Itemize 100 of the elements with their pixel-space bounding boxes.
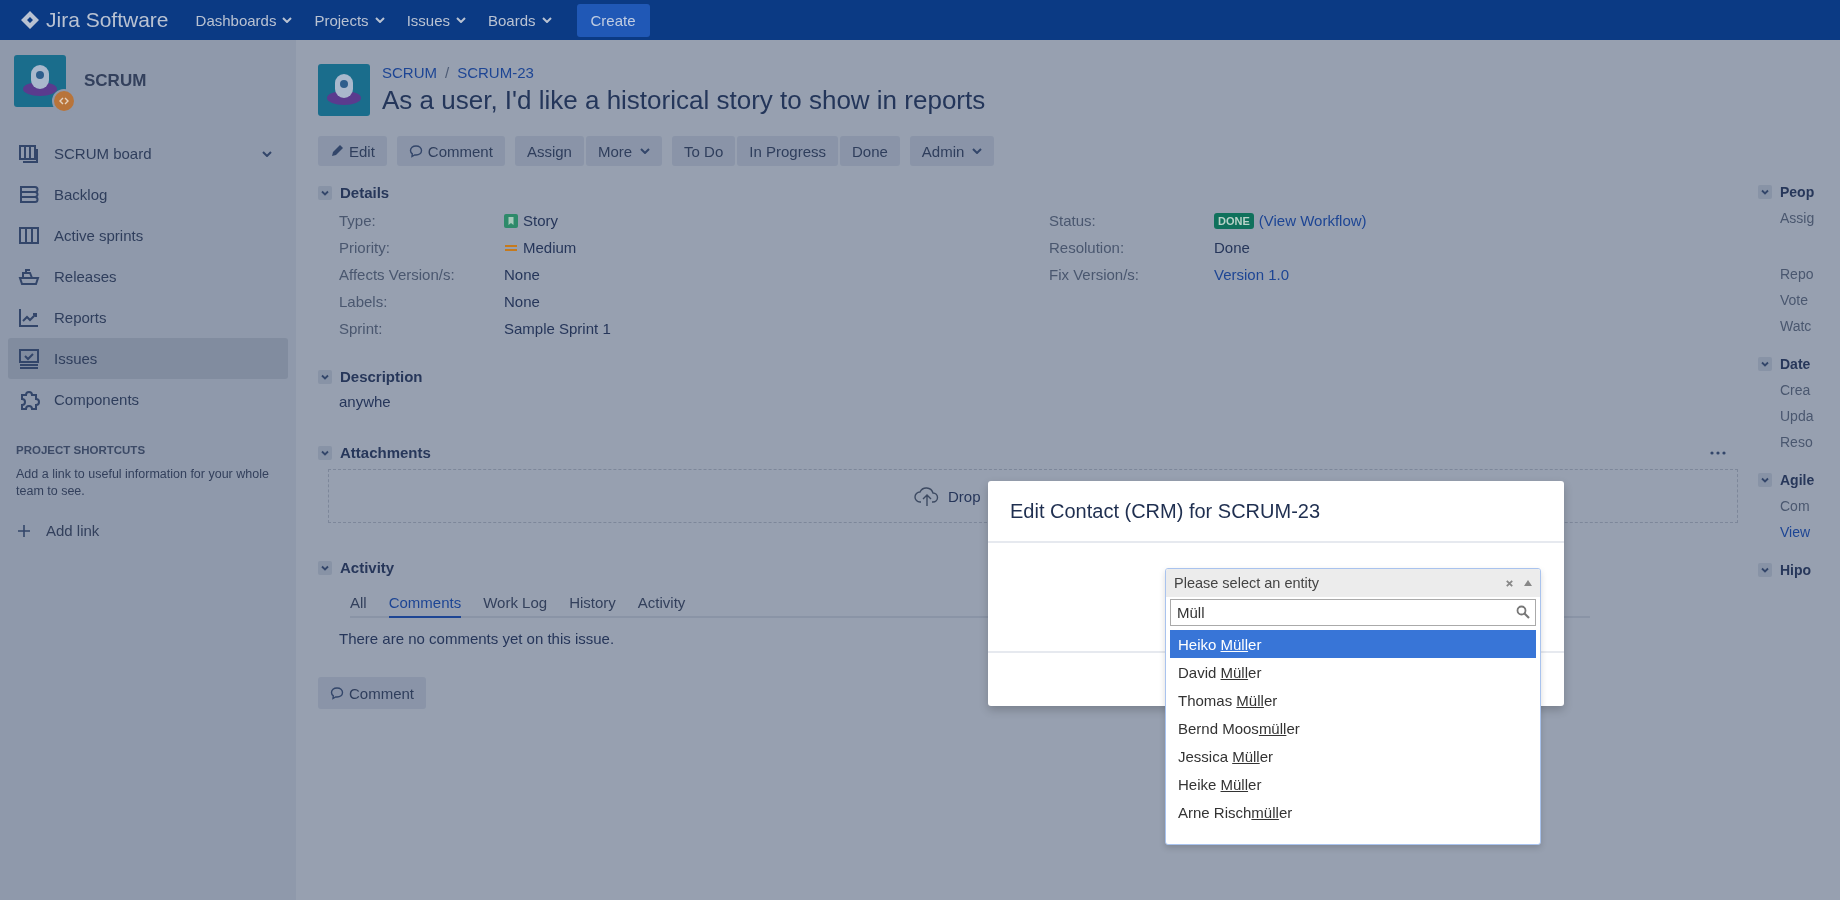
collapse-toggle-icon[interactable] (1758, 563, 1772, 577)
field-label: Assig (1780, 210, 1815, 226)
field-label: Upda (1780, 408, 1814, 424)
activity-tab[interactable]: All (350, 590, 367, 618)
chevron-down-icon (374, 17, 385, 23)
chevron-down-icon (456, 17, 466, 23)
field-value: None (504, 293, 540, 310)
add-link[interactable]: Add link (18, 522, 278, 539)
cloud-upload-icon (914, 485, 940, 507)
chevron-down-icon (282, 17, 293, 23)
sidebar-item[interactable]: Releases (8, 256, 288, 297)
search-field[interactable]: Müll (1170, 599, 1536, 626)
chevron-down-icon (541, 17, 552, 23)
section-heading: Hipo (1780, 562, 1812, 578)
section-heading: Agile (1780, 472, 1815, 488)
toolbar-button[interactable]: Done (840, 136, 900, 166)
toolbar-button[interactable]: Edit (318, 136, 387, 166)
toolbar-button[interactable]: To Do (672, 136, 736, 166)
chevron-down-icon (972, 148, 983, 154)
drop-files-text: Drop (948, 487, 981, 505)
toolbar-button[interactable]: Comment (396, 136, 505, 166)
project-avatar-icon (318, 64, 370, 116)
field-value-link[interactable]: Version 1.0 (1214, 266, 1290, 283)
collapse-toggle-icon[interactable] (1758, 357, 1772, 371)
dialog-title: Edit Contact (CRM) for SCRUM-23 (1010, 499, 1321, 523)
project-name[interactable]: SCRUM (84, 71, 147, 91)
dropdown-option[interactable]: Thomas Müller (1170, 686, 1536, 714)
activity-tab[interactable]: Work Log (483, 590, 548, 618)
activity-tab[interactable]: Activity (637, 590, 686, 618)
section-heading: PROJECT SHORTCUTS (16, 444, 147, 456)
nav-menu[interactable]: Issues (397, 5, 475, 35)
board-icon (18, 142, 40, 165)
dropdown-option[interactable]: Arne Rischmüller (1170, 798, 1536, 826)
nav-menu[interactable]: Projects (305, 5, 394, 35)
panel-link[interactable]: View (1780, 524, 1811, 540)
field-value: Medium (523, 239, 577, 256)
app-logo-text[interactable]: Jira Software (46, 8, 169, 32)
line-chart-icon (18, 306, 40, 329)
diamond-logo-icon (20, 10, 40, 30)
dropdown-option[interactable]: Heiko Müller (1170, 630, 1536, 658)
empty-comments-text: There are no comments yet on this issue. (339, 630, 615, 647)
toolbar-button[interactable]: Assign (514, 136, 584, 166)
sidebar-item[interactable]: Backlog (8, 174, 288, 215)
sidebar-item[interactable]: Issues (8, 338, 288, 379)
project-avatar-icon (14, 55, 66, 107)
dropdown-option[interactable]: David Müller (1170, 658, 1536, 686)
nav-menu[interactable]: Boards (479, 5, 561, 35)
chevron-down-icon (640, 148, 651, 154)
toolbar-button[interactable]: More (585, 136, 663, 166)
sidebar-item[interactable]: SCRUM board (8, 133, 288, 174)
activity-tab[interactable]: History (569, 590, 616, 618)
create-button[interactable]: Create (576, 3, 650, 37)
description-text: anywhe (338, 393, 391, 410)
field-label: Fix Version/s: (1049, 266, 1141, 283)
field-value: Sample Sprint 1 (504, 320, 611, 337)
issue-title: As a user, I'd like a historical story to show in reports (382, 85, 986, 116)
collapse-toggle-icon[interactable] (318, 185, 332, 200)
bookmark-icon (504, 213, 518, 228)
entity-select[interactable]: Please select an entity (1166, 569, 1540, 597)
field-label: Priority: (339, 239, 391, 256)
dropdown-option[interactable]: Heike Müller (1170, 770, 1536, 798)
field-label: Affects Version/s: (339, 266, 456, 283)
section-heading: Attachments (340, 444, 431, 461)
monitor-check-icon (18, 347, 40, 370)
section-heading: Details (340, 184, 390, 201)
sidebar-item[interactable]: Components (8, 379, 288, 420)
toolbar-button[interactable]: In Progress (737, 136, 838, 166)
sidebar-item[interactable]: Active sprints (8, 215, 288, 256)
nav-menu[interactable]: Dashboards (186, 5, 302, 35)
puzzle-icon (18, 388, 40, 411)
pencil-icon (330, 144, 344, 158)
field-label: Com (1780, 498, 1810, 514)
more-options-icon[interactable] (1710, 450, 1726, 455)
search-icon (1516, 605, 1530, 619)
view-workflow-link[interactable]: (View Workflow) (1258, 212, 1367, 229)
triangle-up-icon (1524, 580, 1532, 586)
dropdown-option[interactable]: Jessica Müller (1170, 742, 1536, 770)
status-lozenge: DONE (1214, 212, 1254, 229)
collapse-toggle-icon[interactable] (1758, 185, 1772, 199)
code-badge-icon (52, 89, 76, 113)
clear-icon[interactable] (1505, 578, 1514, 588)
collapse-toggle-icon[interactable] (318, 560, 332, 575)
breadcrumb-link[interactable]: SCRUM-23 (457, 64, 534, 81)
dropdown-option[interactable]: Bernd Moosmüller (1170, 714, 1536, 742)
collapse-toggle-icon[interactable] (318, 445, 332, 460)
field-value: None (504, 266, 540, 283)
activity-tab[interactable]: Comments (388, 590, 462, 618)
stack-icon (18, 183, 40, 206)
field-label: Watc (1780, 318, 1812, 334)
plus-icon (18, 524, 30, 537)
comment-button[interactable]: Comment (318, 677, 427, 709)
sidebar-item[interactable]: Reports (8, 297, 288, 338)
collapse-toggle-icon[interactable] (1758, 473, 1772, 487)
columns-icon (18, 224, 40, 247)
field-label: Crea (1780, 382, 1811, 398)
comment-icon (330, 686, 344, 700)
toolbar-button[interactable]: Admin (909, 136, 995, 166)
field-label: Labels: (339, 293, 389, 310)
collapse-toggle-icon[interactable] (318, 369, 332, 384)
breadcrumb-link[interactable]: SCRUM (382, 64, 437, 81)
